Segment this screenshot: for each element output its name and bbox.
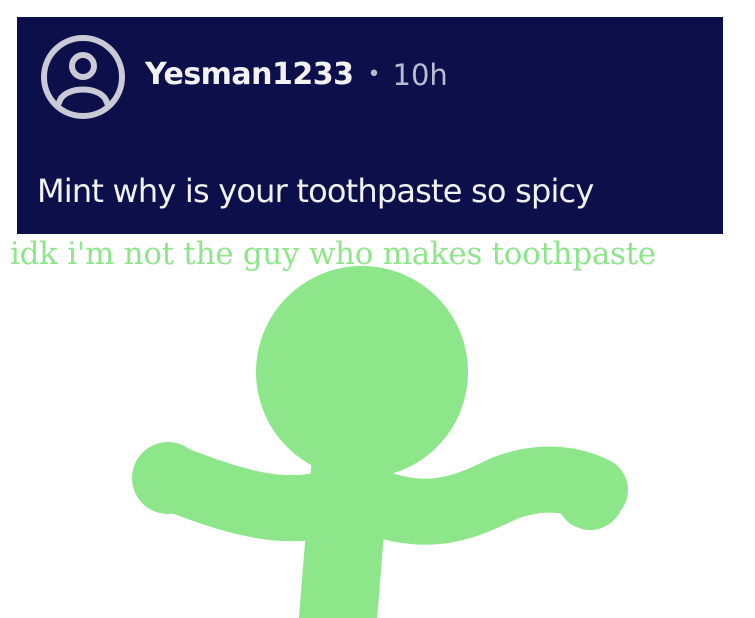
figure-right-hand (556, 462, 624, 530)
shrugging-figure-icon (132, 266, 628, 618)
figure-left-hand (132, 442, 204, 514)
meme-page: Yesman1233 • 10h Mint why is your toothp… (0, 0, 755, 618)
